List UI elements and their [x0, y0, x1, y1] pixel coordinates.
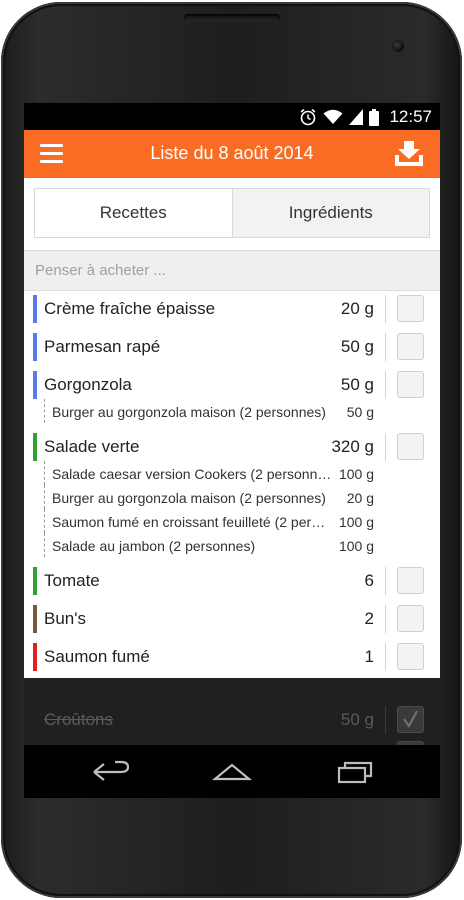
- item-quantity: 20 g: [340, 299, 374, 318]
- item-quantity: 1: [364, 647, 374, 666]
- recipe-quantity: 50 g: [346, 404, 374, 420]
- signal-icon: [349, 109, 364, 125]
- battery-icon: [369, 108, 380, 126]
- checked-checkbox[interactable]: [397, 706, 424, 733]
- divider: [385, 567, 386, 595]
- tab-ingredients[interactable]: Ingrédients: [231, 189, 429, 237]
- category-color-bar: [33, 371, 37, 399]
- category-color-bar: [33, 643, 37, 671]
- divider: [385, 333, 386, 361]
- front-camera: [392, 40, 404, 52]
- category-color-bar: [33, 333, 37, 361]
- category-color-bar: [33, 295, 37, 323]
- item-quantity: 320 g: [331, 437, 374, 456]
- list-item[interactable]: Parmesan rapé 50 g: [24, 329, 440, 367]
- app-bar: Liste du 8 août 2014: [24, 130, 440, 178]
- wifi-icon: [323, 109, 343, 124]
- tree-line: [44, 509, 45, 533]
- list-item[interactable]: Saumon fumé 1: [24, 639, 440, 677]
- status-bar: 12:57: [24, 103, 440, 130]
- recipe-usage-row: Burger au gorgonzola maison (2 personnes…: [24, 399, 440, 423]
- recipe-name: Burger au gorgonzola maison (2 personnes…: [52, 404, 326, 420]
- content-area: Recettes Ingrédients Crème fraîche épais…: [24, 178, 440, 678]
- recipe-name: Burger au gorgonzola maison (2 personnes…: [52, 490, 326, 506]
- recipe-name: Salade caesar version Cookers (2 personn…: [52, 466, 332, 482]
- item-checkbox[interactable]: [397, 605, 424, 632]
- item-name: Tomate: [44, 571, 100, 590]
- add-item-input[interactable]: [24, 251, 440, 290]
- tree-line: [44, 461, 45, 485]
- divider: [385, 433, 386, 461]
- category-color-bar: [33, 567, 37, 595]
- item-checkbox[interactable]: [397, 433, 424, 460]
- recipe-quantity: 100 g: [338, 466, 374, 482]
- alarm-icon: [300, 108, 316, 126]
- recipe-usage-row: Saumon fumé en croissant feuilleté (2 pe…: [24, 509, 440, 533]
- item-quantity: 50 g: [340, 337, 374, 356]
- tab-recettes[interactable]: Recettes: [35, 189, 232, 237]
- divider: [385, 605, 386, 633]
- list-item[interactable]: Bun's 2: [24, 601, 440, 639]
- back-icon[interactable]: [91, 759, 131, 785]
- recipe-quantity: 100 g: [338, 538, 374, 554]
- divider: [385, 706, 386, 734]
- phone-frame: 12:57 Liste du 8 août 2014 Recettes Ingr…: [1, 2, 462, 898]
- divider: [385, 295, 386, 323]
- list-item[interactable]: Crème fraîche épaisse 20 g: [24, 291, 440, 329]
- item-name: Saumon fumé: [44, 647, 150, 666]
- item-quantity: 2: [364, 609, 374, 628]
- divider: [385, 643, 386, 671]
- item-name: Gorgonzola: [44, 375, 132, 394]
- recipe-usage-row: Burger au gorgonzola maison (2 personnes…: [24, 485, 440, 509]
- item-checkbox[interactable]: [397, 643, 424, 670]
- item-name: Parmesan rapé: [44, 337, 161, 356]
- item-checkbox[interactable]: [397, 371, 424, 398]
- tree-line: [44, 485, 45, 509]
- item-checkbox[interactable]: [397, 295, 424, 322]
- item-checkbox[interactable]: [397, 333, 424, 360]
- recipe-quantity: 100 g: [338, 514, 374, 530]
- recipe-usage-row: Salade caesar version Cookers (2 personn…: [24, 461, 440, 485]
- purchased-item-quantity: 50 g: [340, 710, 374, 729]
- item-name: Crème fraîche épaisse: [44, 299, 216, 318]
- item-quantity: 50 g: [340, 375, 374, 394]
- navigation-bar: [24, 745, 440, 798]
- recipe-name: Salade au jambon (2 personnes): [52, 538, 256, 554]
- recipe-usage-row: Salade au jambon (2 personnes) 100 g: [24, 533, 440, 557]
- list-item[interactable]: Tomate 6: [24, 563, 440, 601]
- item-quantity: 6: [364, 571, 374, 590]
- app-title: Liste du 8 août 2014: [150, 143, 314, 163]
- category-color-bar: [33, 433, 37, 461]
- item-checkbox[interactable]: [397, 567, 424, 594]
- recipe-name: Saumon fumé en croissant feuilleté (2 pe…: [52, 514, 332, 530]
- tree-line: [44, 399, 45, 423]
- category-color-bar: [33, 605, 37, 633]
- status-clock: 12:57: [389, 107, 432, 126]
- purchased-items-section: Croûtons 50 g: [24, 678, 440, 747]
- item-name: Bun's: [44, 609, 86, 628]
- search-bar: [24, 250, 440, 291]
- purchased-item-name: Croûtons: [44, 710, 113, 729]
- checkmark-icon: [403, 710, 418, 729]
- recent-apps-icon[interactable]: [335, 759, 375, 785]
- home-icon[interactable]: [212, 759, 252, 785]
- tree-line: [44, 533, 45, 557]
- tab-bar: Recettes Ingrédients: [34, 188, 430, 238]
- divider: [385, 371, 386, 399]
- download-icon[interactable]: [394, 141, 424, 167]
- speaker-grille: [184, 14, 280, 22]
- screen: 12:57 Liste du 8 août 2014 Recettes Ingr…: [24, 103, 440, 798]
- item-name: Salade verte: [44, 437, 140, 456]
- recipe-quantity: 20 g: [346, 490, 374, 506]
